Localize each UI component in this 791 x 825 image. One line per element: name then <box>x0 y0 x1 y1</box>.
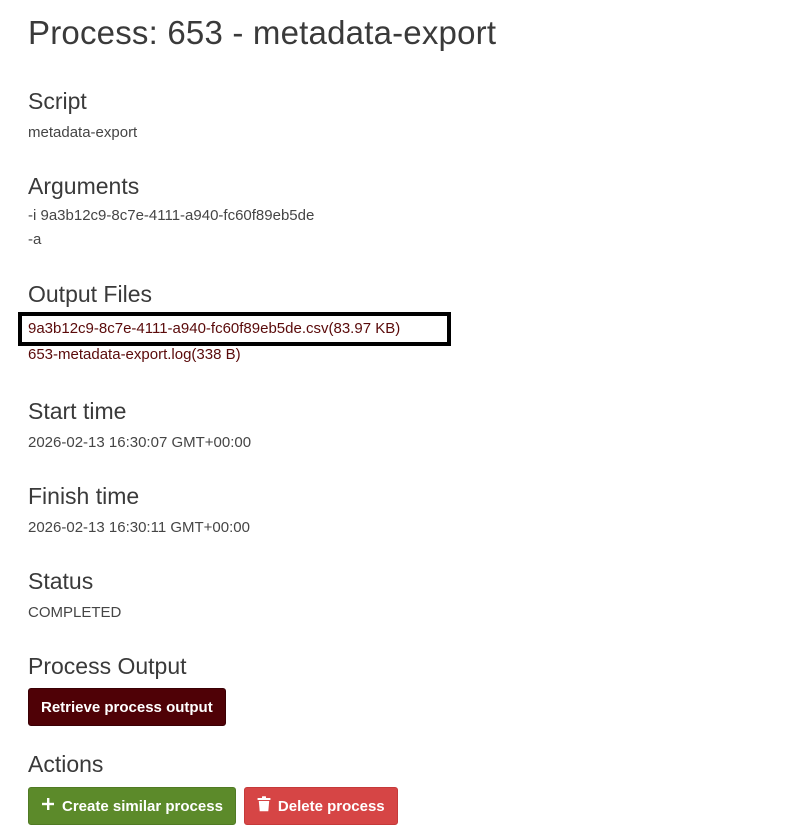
script-section: Script metadata-export <box>28 86 137 145</box>
script-value: metadata-export <box>28 124 138 141</box>
create-similar-process-button[interactable]: Create similar process <box>28 787 236 825</box>
output-file-log-link[interactable]: 653-metadata-export.log(338 B) <box>28 343 241 367</box>
argument-line: -i 9a3b12c9-8c7e-4111-a940-fc60f89eb5de <box>28 207 315 224</box>
actions-section: Actions Create similar process Delete pr… <box>28 749 398 825</box>
delete-process-label: Delete process <box>277 797 385 815</box>
finish-time-value: 2026-02-13 16:30:11 GMT+00:00 <box>28 519 250 536</box>
create-similar-process-label: Create similar process <box>62 797 223 815</box>
status-section: Status COMPLETED <box>28 566 121 625</box>
retrieve-process-output-label: Retrieve process output <box>41 698 213 716</box>
script-heading: Script <box>28 88 87 114</box>
actions-heading: Actions <box>28 751 104 777</box>
arguments-heading: Arguments <box>28 173 140 199</box>
status-heading: Status <box>28 568 94 594</box>
page-title: Process: 653 - metadata-export <box>28 14 497 51</box>
start-time-heading: Start time <box>28 398 127 424</box>
start-time-value: 2026-02-13 16:30:07 GMT+00:00 <box>28 434 252 451</box>
process-output-heading: Process Output <box>28 653 187 679</box>
start-time-section: Start time 2026-02-13 16:30:07 GMT+00:00 <box>28 396 251 455</box>
output-files-section: Output Files 9a3b12c9-8c7e-4111-a940-fc6… <box>18 279 488 381</box>
output-files-list: 9a3b12c9-8c7e-4111-a940-fc60f89eb5de.csv… <box>18 309 488 381</box>
delete-process-button[interactable]: Delete process <box>243 787 398 825</box>
finish-time-section: Finish time 2026-02-13 16:30:11 GMT+00:0… <box>28 481 250 540</box>
trash-icon <box>257 796 271 816</box>
finish-time-heading: Finish time <box>28 483 140 509</box>
arguments-section: Arguments -i 9a3b12c9-8c7e-4111-a940-fc6… <box>28 171 314 252</box>
status-value: COMPLETED <box>28 604 122 621</box>
plus-icon <box>41 797 55 815</box>
process-output-section: Process Output Retrieve process output <box>28 651 226 726</box>
retrieve-process-output-button[interactable]: Retrieve process output <box>28 688 226 726</box>
argument-line: -a <box>28 231 42 248</box>
output-file-csv-link[interactable]: 9a3b12c9-8c7e-4111-a940-fc60f89eb5de.csv… <box>18 312 451 346</box>
output-files-heading: Output Files <box>28 281 152 307</box>
